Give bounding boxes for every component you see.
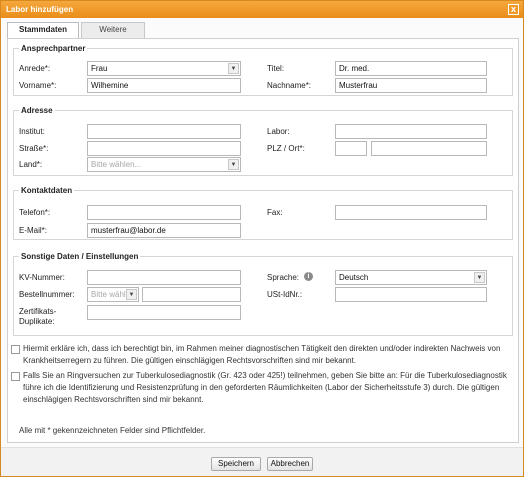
bestell-select[interactable]: Bitte wähle ▼ (87, 287, 139, 302)
tab-weitere-adressen[interactable]: Weitere Adressen (81, 22, 145, 48)
chevron-down-icon: ▼ (228, 63, 239, 74)
vorname-input[interactable]: Wilhemine (87, 78, 241, 93)
anrede-label: Anrede*: (19, 64, 51, 73)
chevron-down-icon: ▼ (474, 272, 485, 283)
dialog-title: Labor hinzufügen (6, 5, 74, 14)
labor-label: Labor: (267, 127, 290, 136)
plz-input[interactable] (335, 141, 367, 156)
plz-ort-label: PLZ / Ort*: (267, 144, 305, 153)
strasse-input[interactable] (87, 141, 241, 156)
nachname-label: Nachname*: (267, 81, 312, 90)
labor-input[interactable] (335, 124, 487, 139)
sprache-select[interactable]: Deutsch ▼ (335, 270, 487, 285)
kv-label: KV-Nummer: (19, 273, 65, 282)
titel-input[interactable]: Dr. med. (335, 61, 487, 76)
zertifikats-label-line1: Zertifikats- (19, 307, 57, 316)
anrede-select[interactable]: Frau ▼ (87, 61, 241, 76)
bestell-input[interactable] (142, 287, 241, 302)
section-sonstige: Sonstige Daten / Einstellungen KV-Nummer… (13, 252, 513, 336)
zertifikats-input[interactable] (87, 305, 241, 320)
telefon-input[interactable] (87, 205, 241, 220)
sprache-value: Deutsch (339, 273, 369, 282)
consent-text-1: Hiermit erkläre ich, dass ich berechtigt… (23, 344, 501, 365)
save-button[interactable]: Speichern (211, 457, 261, 471)
ustid-input[interactable] (335, 287, 487, 302)
zertifikats-label-line2: Duplikate: (19, 317, 55, 326)
tab-stammdaten[interactable]: Stammdaten (7, 22, 79, 39)
section-title: Kontaktdaten (19, 186, 75, 195)
required-fields-note: Alle mit * gekennzeichneten Felder sind … (19, 426, 206, 435)
kv-input[interactable] (87, 270, 241, 285)
institut-input[interactable] (87, 124, 241, 139)
email-label: E-Mail*: (19, 226, 48, 235)
section-title: Adresse (19, 106, 55, 115)
strasse-label: Straße*: (19, 144, 49, 153)
add-lab-dialog: Labor hinzufügen x Stammdaten Weitere Ad… (0, 0, 524, 477)
tab-panel: Ansprechpartner Anrede*: Frau ▼ Titel: D… (7, 38, 519, 443)
close-icon[interactable]: x (508, 4, 519, 15)
fax-input[interactable] (335, 205, 487, 220)
chevron-down-icon: ▼ (126, 289, 137, 300)
nachname-input[interactable]: Musterfrau (335, 78, 487, 93)
titel-label: Titel: (267, 64, 285, 73)
vorname-label: Vorname*: (19, 81, 57, 90)
section-adresse: Adresse Institut: Labor: Straße*: PLZ / … (13, 106, 513, 176)
section-title: Sonstige Daten / Einstellungen (19, 252, 141, 261)
ustid-label: USt-IdNr.: (267, 290, 303, 299)
institut-label: Institut: (19, 127, 45, 136)
land-placeholder: Bitte wählen... (91, 160, 142, 169)
land-select[interactable]: Bitte wählen... ▼ (87, 157, 241, 172)
consent-checkbox-2[interactable] (11, 372, 20, 381)
cancel-button[interactable]: Abbrechen (267, 457, 313, 471)
bestell-label: Bestellnummer: (19, 290, 75, 299)
sprache-label: Sprache: (267, 273, 300, 282)
fax-label: Fax: (267, 208, 283, 217)
email-input[interactable]: musterfrau@labor.de (87, 223, 241, 238)
ort-input[interactable] (371, 141, 487, 156)
section-kontaktdaten: Kontaktdaten Telefon*: Fax: E-Mail*: mus… (13, 186, 513, 240)
dialog-footer: Speichern Abbrechen (1, 447, 523, 476)
land-label: Land*: (19, 160, 43, 169)
anrede-value: Frau (91, 64, 108, 73)
bestell-placeholder: Bitte wähle (91, 290, 131, 299)
section-title: Ansprechpartner (19, 44, 88, 53)
dialog-titlebar: Labor hinzufügen x (1, 1, 523, 18)
consent-checkbox-1[interactable] (11, 345, 20, 354)
telefon-label: Telefon*: (19, 208, 51, 217)
info-icon[interactable]: i (304, 272, 313, 281)
section-ansprechpartner: Ansprechpartner Anrede*: Frau ▼ Titel: D… (13, 44, 513, 96)
consent-text-2: Falls Sie an Ringversuchen zur Tuberkulo… (23, 371, 507, 404)
chevron-down-icon: ▼ (228, 159, 239, 170)
